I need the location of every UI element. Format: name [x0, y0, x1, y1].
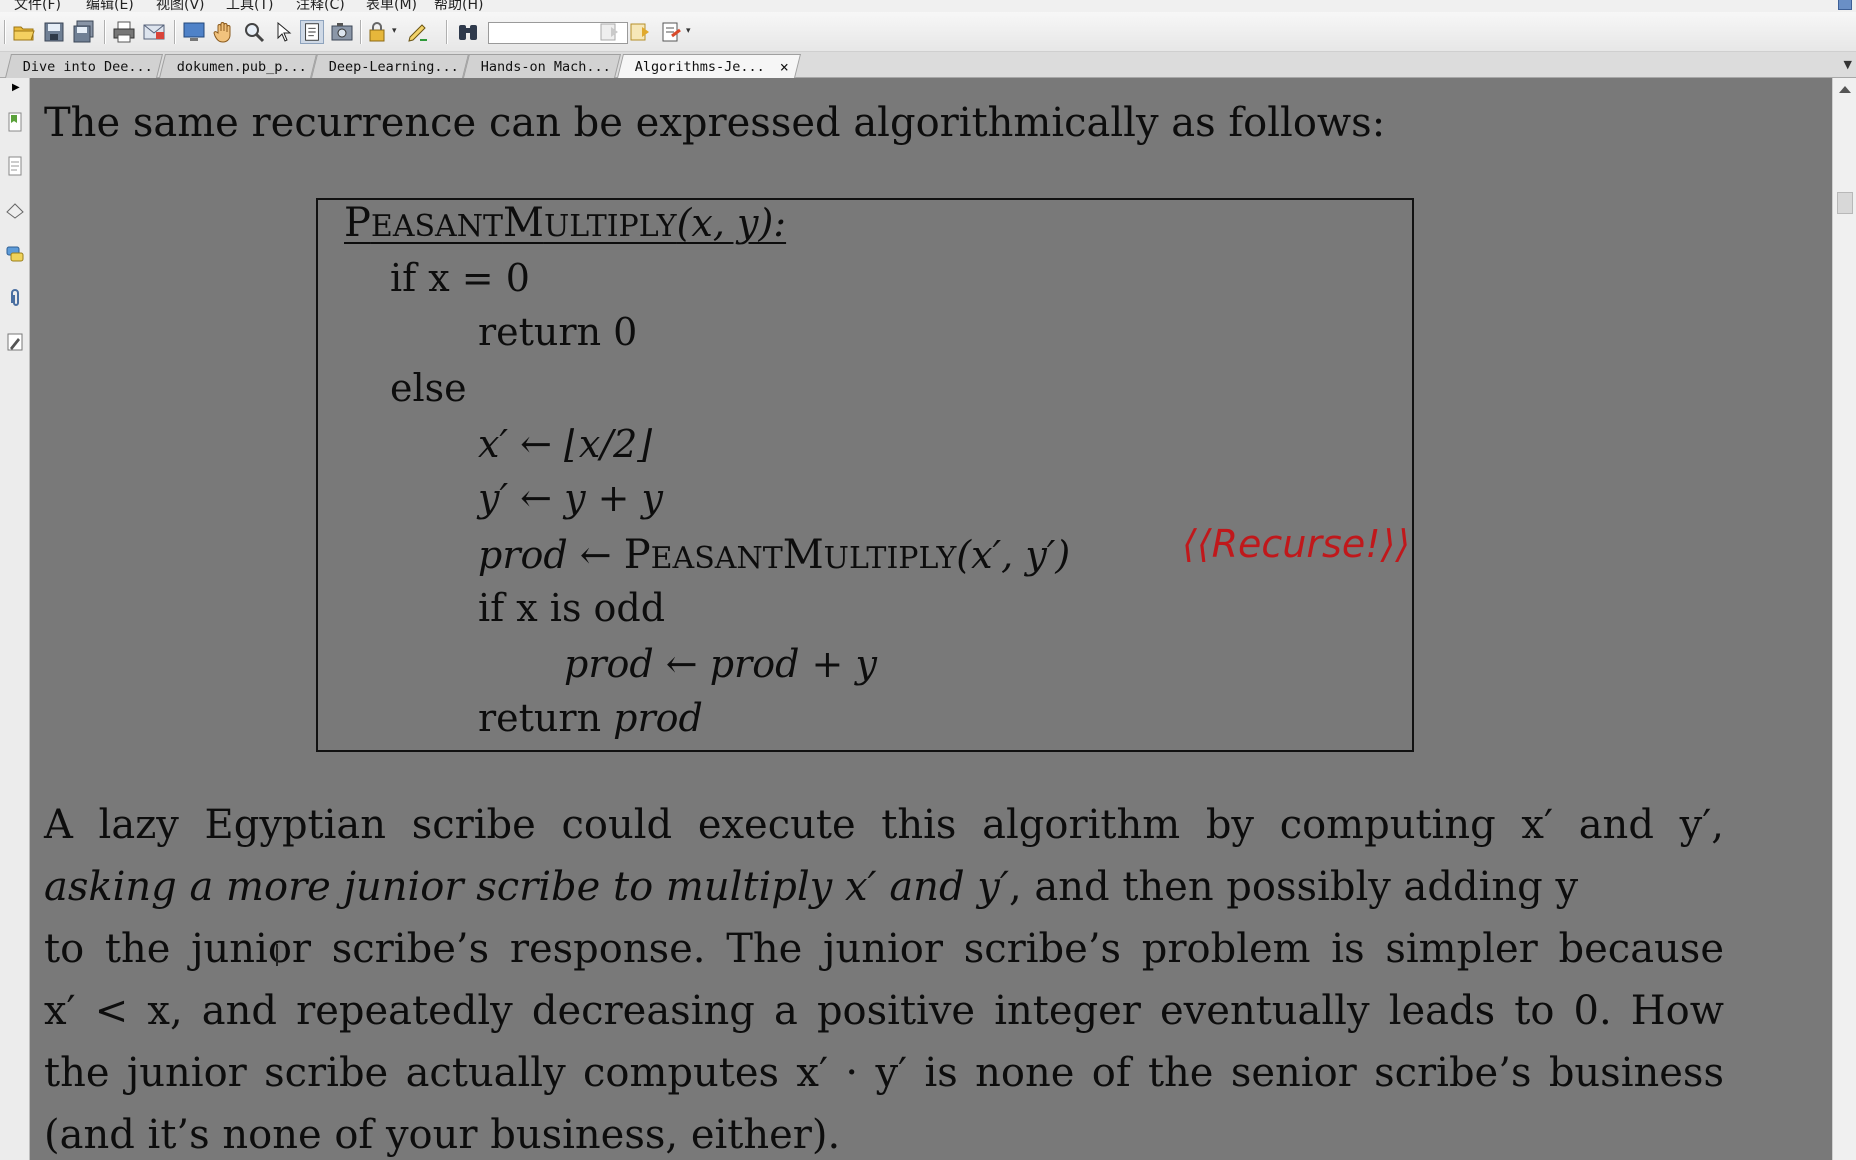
algorithm-line-return-prod: return prod [478, 696, 703, 740]
recurse-comment: ⟨⟨Recurse!⟩⟩ [1182, 522, 1411, 566]
algorithm-line-return-zero: return 0 [478, 310, 638, 354]
attachments-icon[interactable] [6, 288, 24, 308]
tab-algorithms[interactable]: Algorithms-Je... × [617, 54, 801, 78]
tab-hands-on-mach[interactable]: Hands-on Mach... [463, 54, 621, 78]
toolbar-separator [446, 20, 448, 44]
paragraph-line: to the junior scribe’s response. The jun… [44, 926, 1724, 972]
document-tab-bar: Dive into Dee... dokumen.pub_p... Deep-L… [0, 52, 1856, 78]
bookmarks-icon[interactable] [6, 112, 24, 132]
navigation-panel: ▶ [0, 78, 30, 1160]
algorithm-line-if: if x = 0 [390, 256, 530, 300]
text-cursor [276, 944, 278, 966]
open-folder-icon[interactable] [12, 20, 36, 44]
algorithm-line-add: prod ← prod + y [564, 642, 877, 686]
scrollbar-thumb[interactable] [1837, 192, 1853, 214]
text-select-icon[interactable] [300, 20, 324, 44]
toolbar-separator [104, 20, 106, 44]
save-icon[interactable] [42, 20, 66, 44]
layers-icon[interactable] [6, 200, 24, 220]
find-previous-icon[interactable] [598, 20, 622, 44]
comments-icon[interactable] [6, 244, 24, 264]
scroll-up-icon[interactable] [1839, 86, 1851, 93]
intro-sentence: The same recurrence can be expressed alg… [44, 100, 1386, 146]
signatures-icon[interactable] [6, 332, 24, 352]
menu-tools[interactable]: 工具(T) [226, 0, 273, 12]
paragraph-line: (and it’s none of your business, either)… [44, 1112, 841, 1158]
menu-bar: 文件(F) 编辑(E) 视图(V) 工具(T) 注释(C) 表单(M) 帮助(H… [0, 0, 1856, 12]
pages-icon[interactable] [6, 156, 24, 176]
tab-close-icon[interactable]: × [780, 58, 789, 76]
search-dropdown-icon[interactable]: ▾ [686, 26, 691, 36]
vertical-scrollbar[interactable] [1832, 78, 1856, 1160]
menu-form[interactable]: 表单(M) [366, 0, 417, 12]
save-all-icon[interactable] [72, 20, 96, 44]
algorithm-line-recurse: prod ← PEASANTMULTIPLY(x′, y′) [478, 532, 1071, 578]
algorithm-title: PEASANTMULTIPLY(x, y): [344, 200, 787, 246]
app-icon [1838, 0, 1852, 10]
snapshot-icon[interactable] [330, 20, 354, 44]
select-arrow-icon[interactable] [272, 20, 296, 44]
document-page: The same recurrence can be expressed alg… [30, 78, 1832, 1160]
algorithm-line-x-prime: x′ ← ⌊x/2⌋ [478, 422, 653, 466]
menu-comment[interactable]: 注释(C) [296, 0, 345, 12]
monitor-icon[interactable] [182, 20, 206, 44]
paragraph-line: x′ < x, and repeatedly decreasing a posi… [44, 988, 1724, 1034]
tab-dive-into-deep[interactable]: Dive into Dee... [5, 54, 163, 78]
zoom-tool-icon[interactable] [242, 20, 266, 44]
print-icon[interactable] [112, 20, 136, 44]
panel-expand-icon[interactable]: ▶ [12, 82, 20, 93]
binoculars-icon[interactable] [456, 20, 480, 44]
menu-file[interactable]: 文件(F) [14, 0, 61, 12]
tab-deep-learning[interactable]: Deep-Learning... [311, 54, 469, 78]
algorithm-line-else: else [390, 366, 467, 410]
email-icon[interactable] [142, 20, 166, 44]
toolbar-separator [4, 20, 6, 44]
sign-pen-icon[interactable] [406, 20, 430, 44]
menu-help[interactable]: 帮助(H) [434, 0, 483, 12]
toolbar-separator [360, 20, 362, 44]
algorithm-line-y-prime: y′ ← y + y [478, 476, 664, 520]
paragraph-line: A lazy Egyptian scribe could execute thi… [44, 802, 1724, 848]
explanation-paragraph: A lazy Egyptian scribe could execute thi… [44, 794, 1724, 1160]
hand-tool-icon[interactable] [212, 20, 236, 44]
algorithm-line-if-odd: if x is odd [478, 586, 666, 630]
toolbar-separator [174, 20, 176, 44]
lock-icon[interactable] [366, 20, 390, 44]
toolbar: ▾ ▾ [0, 12, 1856, 52]
search-options-icon[interactable] [660, 20, 684, 44]
paragraph-line: asking a more junior scribe to multiply … [44, 864, 1579, 910]
tab-dokumen-pub[interactable]: dokumen.pub_p... [159, 54, 317, 78]
menu-view[interactable]: 视图(V) [156, 0, 205, 12]
paragraph-line: the junior scribe actually computes x′ ·… [44, 1050, 1724, 1096]
lock-dropdown-icon[interactable]: ▾ [392, 26, 397, 36]
menu-edit[interactable]: 编辑(E) [86, 0, 134, 12]
find-next-icon[interactable] [628, 20, 652, 44]
tab-list-dropdown-icon[interactable]: ▼ [1844, 58, 1852, 71]
algorithm-box: PEASANTMULTIPLY(x, y): if x = 0 return 0… [316, 198, 1414, 752]
